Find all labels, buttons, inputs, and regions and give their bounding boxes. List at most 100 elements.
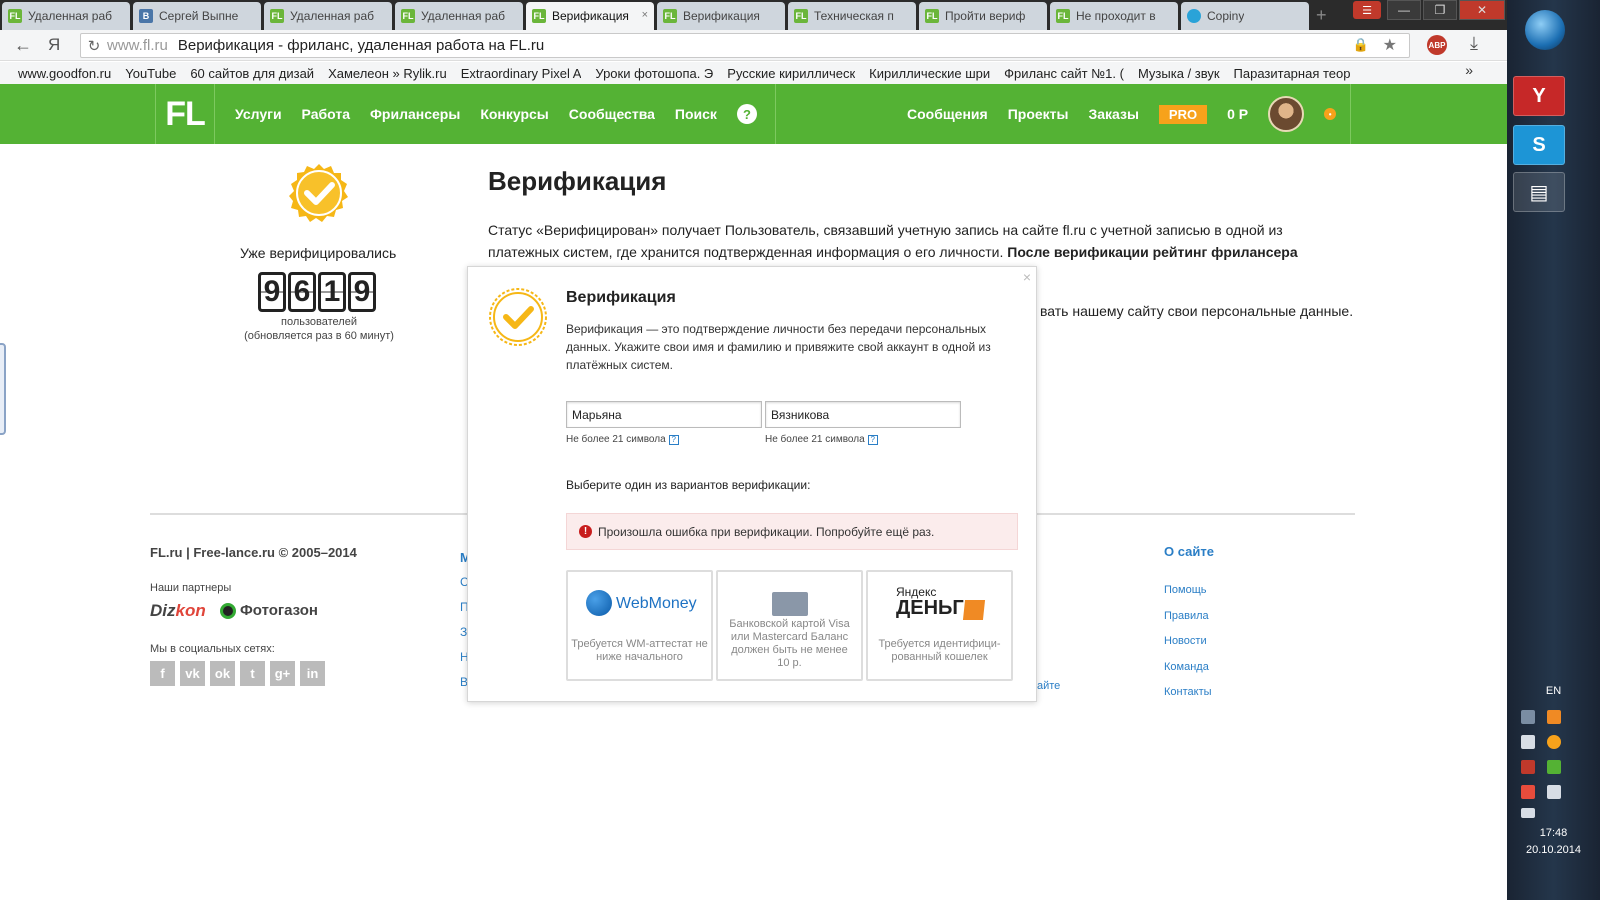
clock-date[interactable]: 20.10.2014: [1507, 844, 1600, 856]
google-plus-icon[interactable]: g+: [270, 661, 295, 686]
nav-item-work[interactable]: Работа: [302, 106, 350, 122]
bookmark-item[interactable]: Музыка / звук: [1138, 66, 1220, 81]
browser-tab[interactable]: FL Верификация: [657, 2, 785, 30]
about-link-team[interactable]: Команда: [1164, 655, 1212, 681]
file-explorer-icon[interactable]: ▤: [1513, 172, 1565, 212]
nav-item-projects[interactable]: Проекты: [1008, 106, 1069, 122]
bookmark-item[interactable]: Паразитарная теор: [1234, 66, 1351, 81]
browser-tab[interactable]: FL Удаленная раб: [395, 2, 523, 30]
action-center-icon[interactable]: [1521, 785, 1535, 799]
twitter-icon[interactable]: t: [240, 661, 265, 686]
app-tray-icon[interactable]: [1547, 735, 1561, 749]
minimize-button[interactable]: —: [1387, 0, 1421, 20]
app-tray-icon[interactable]: [1547, 710, 1561, 724]
nav-item-contests[interactable]: Конкурсы: [480, 106, 548, 122]
linkedin-icon[interactable]: in: [300, 661, 325, 686]
yandex-browser-icon[interactable]: Y: [1513, 76, 1565, 116]
yandex-money-option-button[interactable]: Яндекс ДЕНЬГИ Требуется идентифици-рован…: [866, 570, 1013, 681]
nav-item-orders[interactable]: Заказы: [1088, 106, 1138, 122]
tab-label: Верификация: [552, 9, 629, 23]
browser-tab[interactable]: Copiny: [1181, 2, 1309, 30]
browser-tab[interactable]: FL Техническая п: [788, 2, 916, 30]
counter-digit: 9: [348, 272, 376, 312]
bookmark-item[interactable]: Уроки фотошопа. Э: [595, 66, 713, 81]
bookmark-item[interactable]: Русские кириллическ: [727, 66, 855, 81]
modal-title: Верификация: [566, 289, 676, 306]
network-tray-icon[interactable]: [1521, 710, 1535, 724]
help-icon[interactable]: ?: [736, 104, 757, 124]
bookmark-item[interactable]: 60 сайтов для дизай: [190, 66, 314, 81]
choose-method-label: Выберите один из вариантов верификации:: [566, 478, 811, 492]
partner-fotogazon-logo[interactable]: Фотогазон: [220, 602, 318, 619]
last-name-input[interactable]: [765, 401, 961, 428]
webmoney-option-button[interactable]: WebMoney Требуется WM-аттестат не ниже н…: [566, 570, 713, 681]
os-taskbar: Y S ▤ EN 17:48 20.10.2014: [1507, 0, 1600, 900]
nav-item-services[interactable]: Услуги: [235, 106, 282, 122]
signal-icon[interactable]: [1521, 808, 1535, 818]
back-button[interactable]: ←: [10, 32, 36, 58]
bookmark-item[interactable]: www.goodfon.ru: [18, 66, 111, 81]
about-link-contacts[interactable]: Контакты: [1164, 680, 1212, 706]
bookmark-item[interactable]: Кириллические шри: [869, 66, 990, 81]
odnoklassniki-icon[interactable]: ok: [210, 661, 235, 686]
bookmark-item[interactable]: YouTube: [125, 66, 176, 81]
question-icon[interactable]: ?: [668, 434, 679, 445]
facebook-icon[interactable]: f: [150, 661, 175, 686]
bookmark-item[interactable]: Extraordinary Pixel A: [461, 66, 582, 81]
browser-tab[interactable]: FL Удаленная раб: [2, 2, 130, 30]
nav-item-search[interactable]: Поиск: [675, 106, 717, 122]
balance[interactable]: 0 Р: [1227, 106, 1248, 122]
footer-link[interactable]: айте: [1037, 680, 1060, 692]
users-label: пользователей: [281, 316, 357, 328]
browser-tab[interactable]: FL Пройти вериф: [919, 2, 1047, 30]
user-menu-dot-icon[interactable]: •: [1324, 108, 1337, 120]
verified-counter: 9 6 1 9: [258, 272, 376, 312]
volume-icon[interactable]: [1521, 735, 1535, 749]
verification-modal: × Верификация Верификация — это подтверж…: [467, 266, 1037, 702]
skype-icon[interactable]: S: [1513, 125, 1565, 165]
download-icon[interactable]: ⤓: [1470, 33, 1478, 54]
browser-tab-active[interactable]: FL Верификация ×: [526, 2, 654, 30]
about-link-rules[interactable]: Правила: [1164, 604, 1212, 630]
start-button[interactable]: [1525, 10, 1565, 50]
adblock-icon[interactable]: ABP: [1427, 35, 1447, 55]
modal-close-icon[interactable]: ×: [1023, 269, 1031, 285]
nav-item-messages[interactable]: Сообщения: [907, 106, 988, 122]
nav-item-communities[interactable]: Сообщества: [569, 106, 655, 122]
tab-close-icon[interactable]: ×: [642, 9, 648, 21]
yandex-icon[interactable]: Я: [48, 35, 68, 55]
side-widget[interactable]: [0, 343, 6, 435]
messages-icon[interactable]: ☰: [1353, 1, 1381, 19]
maximize-button[interactable]: ❐: [1423, 0, 1457, 20]
partner-dizkon-logo[interactable]: Dizkon: [150, 601, 206, 621]
browser-tab[interactable]: FL Не проходит в: [1050, 2, 1178, 30]
nav-item-freelancers[interactable]: Фрилансеры: [370, 106, 460, 122]
app-tray-icon[interactable]: [1547, 785, 1561, 799]
site-logo[interactable]: FL: [155, 84, 215, 144]
bookmark-item[interactable]: Хамелеон » Rylik.ru: [328, 66, 447, 81]
browser-tab[interactable]: FL Удаленная раб: [264, 2, 392, 30]
about-title[interactable]: О сайте: [1164, 544, 1214, 559]
app-tray-icon[interactable]: [1521, 760, 1535, 774]
tray-icons: [1521, 808, 1535, 818]
bookmark-star-icon[interactable]: ★: [1383, 35, 1397, 55]
avatar[interactable]: [1268, 96, 1305, 132]
bookmarks-more-button[interactable]: »: [1465, 62, 1473, 78]
bookmark-item[interactable]: Фриланс сайт №1. (: [1004, 66, 1124, 81]
reload-icon[interactable]: ↻: [81, 37, 107, 55]
about-link-help[interactable]: Помощь: [1164, 578, 1212, 604]
pro-badge[interactable]: PRO: [1158, 104, 1208, 124]
question-icon[interactable]: ?: [867, 434, 878, 445]
browser-tab[interactable]: В Сергей Выпне: [133, 2, 261, 30]
about-link-news[interactable]: Новости: [1164, 629, 1212, 655]
bank-card-option-button[interactable]: Банковской картой Visa или Mastercard Ба…: [716, 570, 863, 681]
app-tray-icon[interactable]: [1547, 760, 1561, 774]
address-bar[interactable]: ↻ www.fl.ru Верификация - фриланс, удале…: [80, 33, 1410, 58]
new-tab-button[interactable]: +: [1316, 6, 1336, 26]
close-window-button[interactable]: ✕: [1459, 0, 1505, 20]
language-indicator[interactable]: EN: [1507, 685, 1600, 697]
clock-time[interactable]: 17:48: [1507, 827, 1600, 839]
tab-strip: FL Удаленная раб В Сергей Выпне FL Удаленна…: [0, 0, 1507, 30]
vkontakte-icon[interactable]: vk: [180, 661, 205, 686]
first-name-input[interactable]: [566, 401, 762, 428]
